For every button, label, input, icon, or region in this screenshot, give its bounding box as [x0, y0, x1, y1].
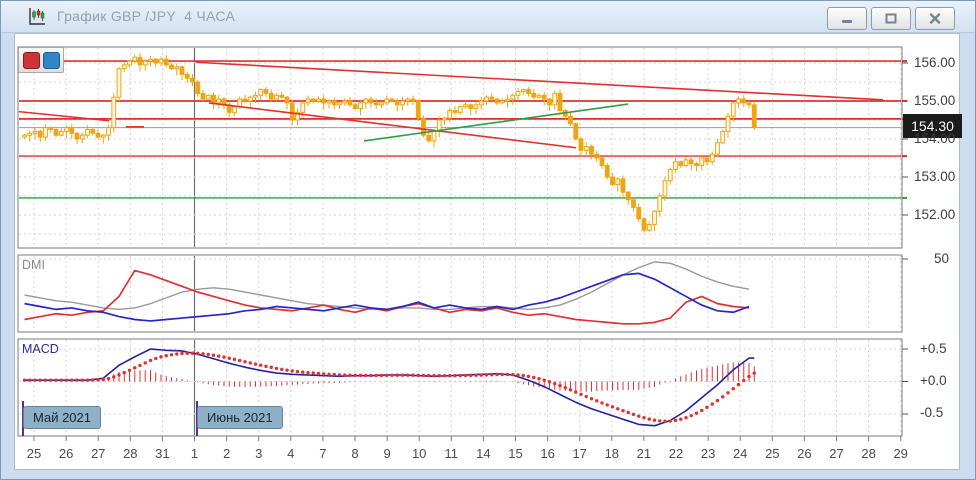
- x-axis-day-label: 11: [438, 446, 464, 461]
- red-square-button[interactable]: [23, 52, 40, 69]
- x-axis-day-label: 8: [342, 446, 368, 461]
- x-axis-day-label: 29: [888, 446, 914, 461]
- blue-square-button[interactable]: [43, 52, 60, 69]
- dmi-pane-label: DMI: [22, 258, 45, 272]
- price-chart-canvas[interactable]: [1, 1, 976, 480]
- month-label-may: Май 2021: [23, 406, 101, 429]
- x-axis-day-label: 16: [535, 446, 561, 461]
- x-axis-day-label: 31: [149, 446, 175, 461]
- x-axis-day-label: 27: [85, 446, 111, 461]
- dmi-axis-label-50: 50: [934, 251, 949, 266]
- macd-axis-label-neg: -0.5: [920, 405, 943, 420]
- x-axis-day-label: 22: [663, 446, 689, 461]
- x-axis-day-label: 10: [406, 446, 432, 461]
- price-axis-label: 156.00: [914, 55, 955, 70]
- x-axis-day-label: 25: [759, 446, 785, 461]
- price-axis-label: 154.00: [914, 131, 955, 146]
- macd-pane-label: MACD: [22, 342, 59, 356]
- x-axis-day-label: 18: [599, 446, 625, 461]
- chart-toolbar: [18, 47, 64, 73]
- x-axis-day-label: 26: [791, 446, 817, 461]
- x-axis-day-label: 3: [246, 446, 272, 461]
- macd-axis-label-pos: +0.5: [920, 341, 947, 356]
- x-axis-day-label: 27: [824, 446, 850, 461]
- chart-window: График GBP /JPY 4 ЧАСА DMI MACD 50 +0.5 …: [0, 0, 976, 480]
- x-axis-day-label: 7: [310, 446, 336, 461]
- x-axis-day-label: 28: [117, 446, 143, 461]
- x-axis-day-label: 26: [53, 446, 79, 461]
- x-axis-day-label: 9: [374, 446, 400, 461]
- x-axis-day-label: 2: [214, 446, 240, 461]
- price-axis-label: 152.00: [914, 207, 955, 222]
- macd-axis-label-zero: +0.0: [920, 373, 947, 388]
- x-axis-day-label: 25: [21, 446, 47, 461]
- price-axis-label: 153.00: [914, 169, 955, 184]
- month-label-june: Июнь 2021: [197, 406, 283, 429]
- x-axis-day-label: 14: [470, 446, 496, 461]
- x-axis-day-label: 21: [631, 446, 657, 461]
- x-axis-day-label: 15: [503, 446, 529, 461]
- x-axis-day-label: 28: [856, 446, 882, 461]
- x-axis-day-label: 17: [567, 446, 593, 461]
- x-axis-day-label: 24: [727, 446, 753, 461]
- x-axis-day-label: 1: [182, 446, 208, 461]
- x-axis-day-label: 23: [695, 446, 721, 461]
- price-axis-label: 155.00: [914, 93, 955, 108]
- x-axis-day-label: 4: [278, 446, 304, 461]
